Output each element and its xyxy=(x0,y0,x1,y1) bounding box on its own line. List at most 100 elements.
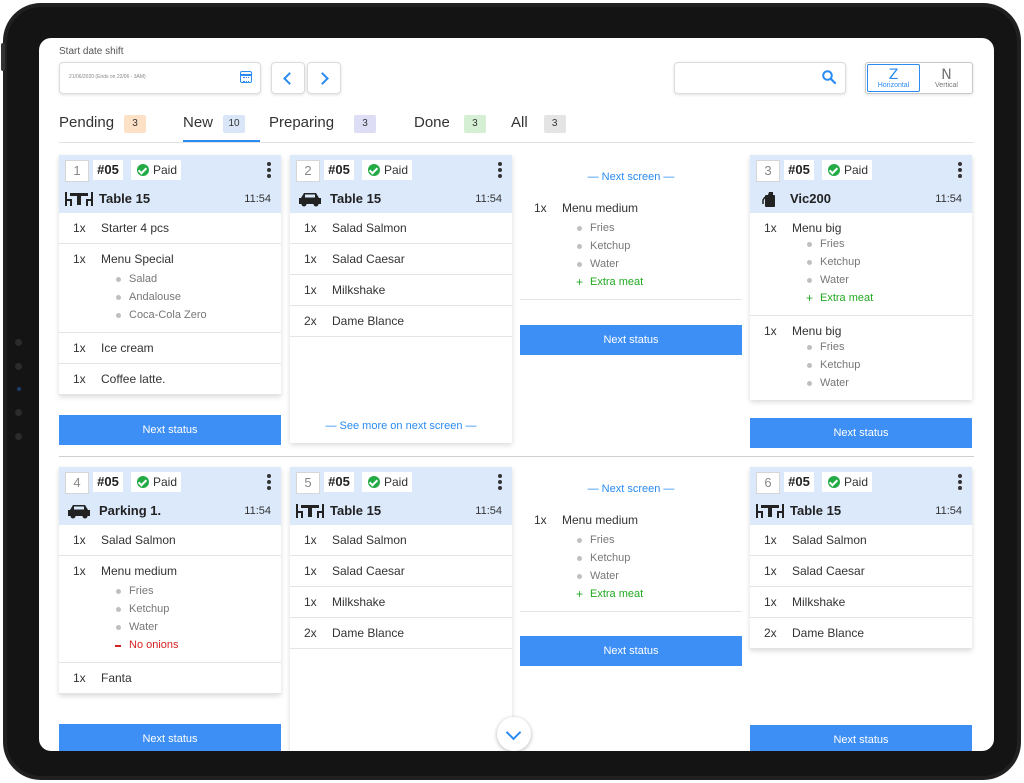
item-qty: 1x xyxy=(73,252,86,266)
order-card[interactable]: 5 #05 Paid Table 15 11:54 1x Salad Salmon… xyxy=(290,467,512,751)
order-line: 2x Dame Blance xyxy=(290,618,512,649)
order-line: 1x Milkshake xyxy=(750,587,972,618)
item-qty: 1x xyxy=(304,564,317,578)
order-time: 11:54 xyxy=(244,505,271,517)
order-card[interactable]: 2 #05 Paid Table 15 11:54 1x Salad Salmon… xyxy=(290,155,512,443)
order-card[interactable]: 3 #05 Paid Vic200 11:54 1x Menu big Fries… xyxy=(750,155,972,400)
item-qty: 1x xyxy=(304,533,317,547)
order-card-header: 5 #05 Paid Table 15 11:54 xyxy=(290,467,512,525)
order-time: 11:54 xyxy=(244,193,271,205)
next-status-button[interactable]: Next status xyxy=(750,418,972,448)
search-input[interactable] xyxy=(674,62,846,94)
order-line: 1x Salad Salmon xyxy=(290,525,512,556)
start-date-input[interactable]: 21/06/2020 (Ends on 22/06 - 3AM) xyxy=(59,62,261,94)
search-icon[interactable] xyxy=(822,70,836,84)
see-more-link[interactable]: — See more on next screen — xyxy=(290,420,512,432)
sensor-dot xyxy=(15,363,22,370)
item-qty: 1x xyxy=(304,221,317,235)
order-time: 11:54 xyxy=(935,505,962,517)
item-qty: 1x xyxy=(304,252,317,266)
item-name: Salad Salmon xyxy=(101,533,176,547)
order-line: 1x Menu medium Fries Ketchup Water No onions xyxy=(59,556,281,663)
item-modifier: Fries xyxy=(806,338,962,356)
more-options-icon[interactable] xyxy=(958,474,962,492)
item-name: Salad Salmon xyxy=(332,221,407,235)
item-modifier: Water xyxy=(806,271,962,289)
more-options-icon[interactable] xyxy=(267,162,271,180)
more-options-icon[interactable] xyxy=(498,162,502,180)
item-modifier: Water xyxy=(576,567,732,585)
tab-label: All xyxy=(511,114,528,131)
order-card-continuation[interactable]: — Next screen — 1x Menu medium Fries Ketch… xyxy=(520,467,742,612)
item-name: Menu medium xyxy=(562,513,639,527)
scroll-down-button[interactable] xyxy=(497,717,531,751)
tablet-frame: Start date shift 21/06/2020 (Ends on 22/… xyxy=(1,3,1021,780)
order-line: 1x Starter 4 pcs xyxy=(59,213,281,244)
item-name: Salad Caesar xyxy=(332,564,405,578)
paid-label: Paid xyxy=(384,163,409,177)
next-status-button[interactable]: Next status xyxy=(59,724,281,751)
next-status-button[interactable]: Next status xyxy=(59,415,281,445)
item-qty: 2x xyxy=(304,626,317,640)
order-number: #05 xyxy=(784,472,814,492)
item-modifier: Ketchup xyxy=(576,549,732,567)
order-time: 11:54 xyxy=(935,193,962,205)
order-card-header: 6 #05 Paid Table 15 11:54 xyxy=(750,467,972,525)
tab-preparing[interactable]: Preparing 3 xyxy=(269,114,377,133)
order-card[interactable]: 4 #05 Paid Parking 1. 11:54 1x Salad Salm… xyxy=(59,467,281,694)
item-qty: 1x xyxy=(764,221,777,235)
table-name: Table 15 xyxy=(330,191,382,206)
calendar-icon[interactable] xyxy=(240,71,252,83)
order-time: 11:54 xyxy=(475,193,502,205)
next-status-button[interactable]: Next status xyxy=(520,636,742,666)
item-extra: Extra meat xyxy=(576,585,732,603)
paid-badge: Paid xyxy=(822,472,872,492)
kitchen-display-screen: Start date shift 21/06/2020 (Ends on 22/… xyxy=(39,38,994,751)
item-qty: 1x xyxy=(73,341,86,355)
item-name: Menu Special xyxy=(101,252,174,266)
more-options-icon[interactable] xyxy=(267,474,271,492)
more-options-icon[interactable] xyxy=(498,474,502,492)
sensor-dot xyxy=(15,409,22,416)
order-number: #05 xyxy=(784,160,814,180)
more-options-icon[interactable] xyxy=(958,162,962,180)
next-day-button[interactable] xyxy=(307,62,341,94)
previous-day-button[interactable] xyxy=(271,62,305,94)
item-name: Menu medium xyxy=(562,201,639,215)
item-qty: 1x xyxy=(73,564,86,578)
horizontal-layout-button[interactable]: Z Horizontal xyxy=(867,64,920,92)
tab-new[interactable]: New 10 xyxy=(183,114,246,133)
item-modifier: Ketchup xyxy=(806,356,962,374)
order-card[interactable]: 1 #05 Paid Table 15 11:54 1x Starter 4 pc… xyxy=(59,155,281,395)
paid-badge: Paid xyxy=(131,160,181,180)
next-screen-link[interactable]: — Next screen — xyxy=(520,467,742,505)
item-modifier: Ketchup xyxy=(115,600,271,618)
tab-label: New xyxy=(183,114,214,131)
tab-label: Done xyxy=(414,114,450,131)
order-card-continuation[interactable]: — Next screen — 1x Menu medium Fries Ketch… xyxy=(520,155,742,300)
item-name: Salad Salmon xyxy=(332,533,407,547)
tab-all[interactable]: All 3 xyxy=(511,114,566,133)
tab-count-badge: 3 xyxy=(354,115,377,133)
dining-table-icon xyxy=(65,192,93,206)
fuel-pump-icon xyxy=(762,192,775,207)
order-card-header: 2 #05 Paid Table 15 11:54 xyxy=(290,155,512,213)
item-modifier: Water xyxy=(576,255,732,273)
tab-done[interactable]: Done 3 xyxy=(414,114,486,133)
order-card[interactable]: 6 #05 Paid Table 15 11:54 1x Salad Salmon… xyxy=(750,467,972,649)
next-status-button[interactable]: Next status xyxy=(750,725,972,751)
order-line: 1x Milkshake xyxy=(290,587,512,618)
order-number: #05 xyxy=(93,160,123,180)
vertical-layout-button[interactable]: N Vertical xyxy=(921,63,972,93)
check-icon xyxy=(137,164,149,176)
dining-table-icon xyxy=(296,504,324,518)
item-name: Milkshake xyxy=(792,595,846,609)
sensor-dot xyxy=(15,433,22,440)
car-icon xyxy=(299,193,321,207)
next-screen-link[interactable]: — Next screen — xyxy=(520,155,742,193)
next-status-button[interactable]: Next status xyxy=(520,325,742,355)
item-modifier: Water xyxy=(806,374,962,392)
table-name: Vic200 xyxy=(790,191,831,206)
tab-pending[interactable]: Pending 3 xyxy=(59,114,147,133)
item-modifier: Water xyxy=(115,618,271,636)
